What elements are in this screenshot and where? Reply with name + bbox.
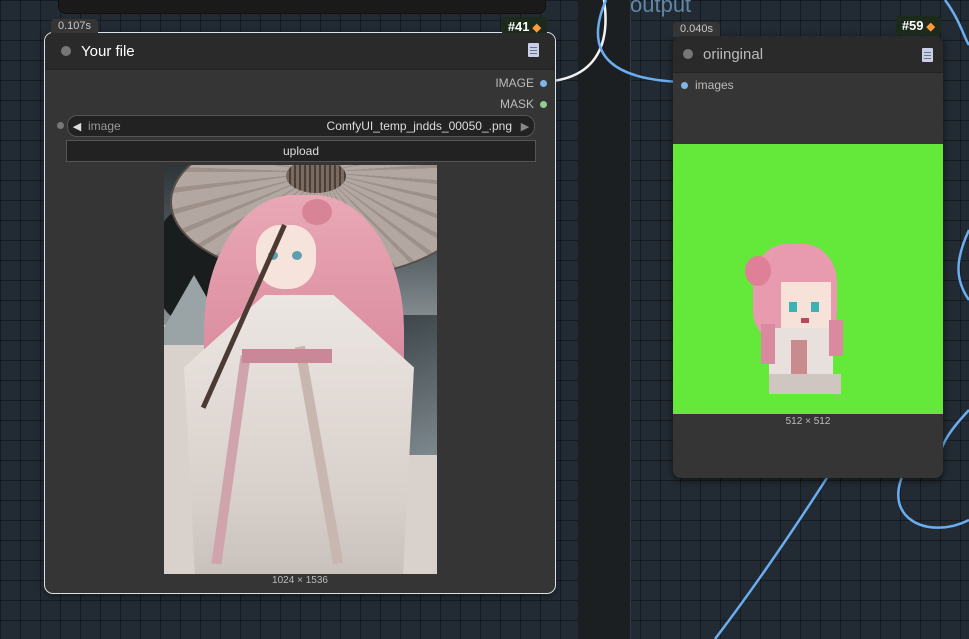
node-id: #59 bbox=[901, 18, 924, 33]
link-right-1 bbox=[937, 409, 969, 471]
widget-label: image bbox=[88, 119, 121, 133]
arrow-right-icon[interactable]: ▶ bbox=[516, 120, 534, 133]
image-select-combo[interactable]: ◀ image ComfyUI_temp_jndds_00050_.png ▶ bbox=[67, 115, 535, 137]
group-frame bbox=[578, 0, 631, 639]
collapse-dot[interactable] bbox=[683, 49, 693, 59]
collapse-dot[interactable] bbox=[61, 46, 71, 56]
output-label: MASK bbox=[499, 97, 534, 111]
node-title[interactable]: oriinginal bbox=[703, 46, 763, 63]
preview-image-node[interactable]: 0.040s #59 ◆ oriinginal images 512 × 512 bbox=[673, 16, 943, 478]
group-title[interactable]: output bbox=[630, 0, 691, 18]
node-id-badge: #59 ◆ bbox=[895, 16, 941, 35]
output-preview-image bbox=[673, 144, 943, 414]
node-id: #41 bbox=[507, 19, 530, 34]
output-image[interactable]: IMAGE bbox=[495, 76, 547, 90]
widget-value: ComfyUI_temp_jndds_00050_.png bbox=[326, 119, 512, 133]
output-socket-icon[interactable] bbox=[540, 100, 547, 108]
collapsed-node[interactable] bbox=[58, 0, 546, 14]
link-right-3 bbox=[957, 229, 969, 301]
execution-time: 0.107s bbox=[51, 19, 99, 34]
document-icon[interactable] bbox=[528, 43, 539, 57]
output-socket-icon[interactable] bbox=[540, 79, 547, 87]
execution-time: 0.040s bbox=[673, 22, 721, 37]
output-mask[interactable]: MASK bbox=[500, 97, 547, 111]
widget-input-socket[interactable] bbox=[57, 122, 64, 129]
image-dimensions: 512 × 512 bbox=[785, 416, 831, 427]
input-socket-icon[interactable] bbox=[681, 81, 688, 89]
arrow-left-icon[interactable]: ◀ bbox=[68, 120, 86, 133]
load-image-node[interactable]: 0.107s #41 ◆ Your file IMAGE MASK ◀ image… bbox=[44, 17, 556, 594]
output-label: IMAGE bbox=[495, 76, 534, 90]
link-bottom bbox=[714, 469, 834, 639]
link-right-2 bbox=[897, 469, 969, 529]
node-title[interactable]: Your file bbox=[81, 43, 135, 60]
node-header[interactable]: Your file bbox=[45, 33, 555, 70]
node-header[interactable]: oriinginal bbox=[673, 36, 943, 73]
fox-icon: ◆ bbox=[926, 21, 935, 33]
document-icon[interactable] bbox=[922, 48, 933, 62]
input-label: images bbox=[695, 78, 734, 92]
upload-button[interactable]: upload bbox=[66, 140, 536, 162]
image-dimensions: 1024 × 1536 bbox=[272, 575, 328, 586]
preview-image bbox=[164, 165, 437, 574]
input-images[interactable]: images bbox=[681, 78, 734, 92]
link-top-right bbox=[943, 0, 969, 46]
